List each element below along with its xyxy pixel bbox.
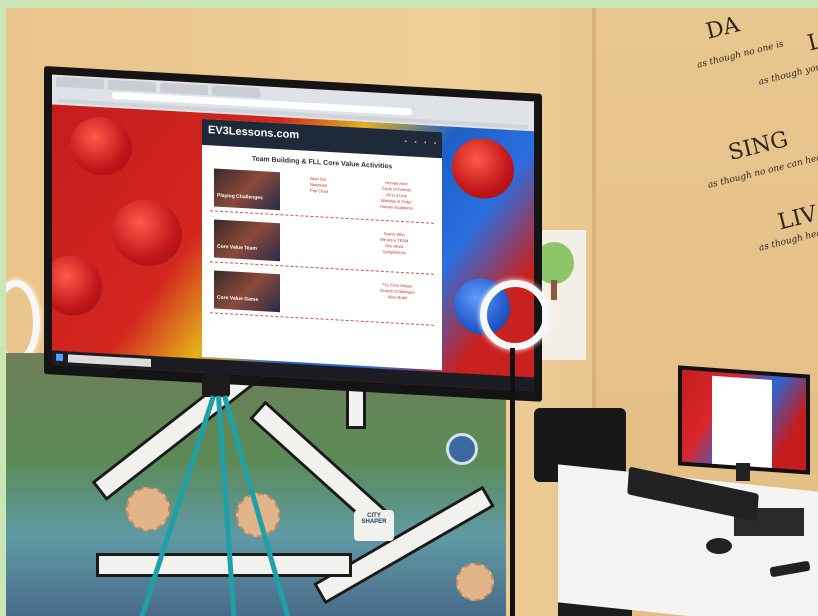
site-links-2: Guess Who We are a TEAM One Word Complim…	[380, 231, 408, 257]
camera	[202, 373, 230, 397]
photo-scene: Robotics classroom with large TV, tripod…	[6, 8, 818, 616]
site-links-1b: Human Knot Circle of Friends All in a Li…	[380, 180, 413, 212]
site-thumb-1-label: Playing Challenges	[217, 192, 263, 202]
poster-trunk	[551, 280, 557, 300]
site-link: Human Sculptures	[380, 203, 413, 211]
ring-light-stand	[510, 348, 515, 616]
site-nav-item: ■	[414, 139, 417, 144]
desktop-monitor	[678, 365, 810, 475]
browser-tab	[212, 85, 260, 99]
site-links-1: Alien Dot Notebook Pop Chart	[310, 176, 328, 195]
mat-circle-3	[456, 563, 494, 601]
taskbar-search	[68, 354, 151, 367]
mat-pond	[446, 433, 478, 465]
ring-light-left	[6, 280, 40, 364]
tv: EV3Lessons.com ■ ■ ■ ■ Team Building & F…	[44, 66, 542, 402]
monitor-screen	[682, 369, 806, 471]
site-nav-item: ■	[424, 140, 427, 145]
site-links-3: FLL Core Values Scratch Challenges Alien…	[380, 282, 415, 302]
site-nav-item: ■	[404, 139, 407, 144]
site-link: Pop Chart	[310, 187, 329, 194]
lego-stud	[52, 253, 102, 318]
lego-stud	[452, 136, 514, 201]
site-row-1: Playing Challenges Alien Dot Notebook Po…	[210, 166, 434, 224]
site-logo: EV3Lessons.com	[208, 124, 300, 142]
site-thumb-3: Core Value Game	[214, 270, 280, 313]
site-link: Compliments	[382, 248, 406, 256]
tv-screen: EV3Lessons.com ■ ■ ■ ■ Team Building & F…	[52, 74, 534, 392]
mat-badge: CITY SHAPER	[354, 510, 394, 541]
monitor-stand	[736, 463, 750, 481]
site-nav-item: ■	[434, 140, 436, 145]
site-thumb-2-label: Core Value Team	[217, 243, 257, 252]
windows-start-icon	[56, 353, 63, 362]
mat-circle-1	[126, 487, 170, 531]
browser-tab	[56, 76, 104, 90]
site-nav: ■ ■ ■ ■	[405, 139, 436, 145]
lego-stud	[70, 115, 132, 177]
site-row-2: Core Value Team Guess Who We are a TEAM …	[210, 217, 434, 275]
site-row-3: Core Value Game FLL Core Values Scratch …	[210, 268, 434, 326]
mat-badge-bottom: SHAPER	[361, 519, 387, 525]
photo-caption: Robotics classroom with large TV, tripod…	[6, 8, 7, 9]
browser-tab	[160, 82, 208, 96]
ring-light-right	[480, 280, 550, 350]
mat-road-4	[96, 553, 352, 577]
website-panel: EV3Lessons.com ■ ■ ■ ■ Team Building & F…	[202, 118, 442, 371]
site-thumb-1: Playing Challenges	[214, 168, 280, 211]
monitor-page	[712, 375, 772, 468]
browser-tab	[108, 79, 156, 93]
lego-stud	[112, 197, 182, 268]
mouse	[706, 538, 732, 554]
site-thumb-2: Core Value Team	[214, 219, 280, 262]
site-thumb-3-label: Core Value Game	[217, 294, 259, 303]
